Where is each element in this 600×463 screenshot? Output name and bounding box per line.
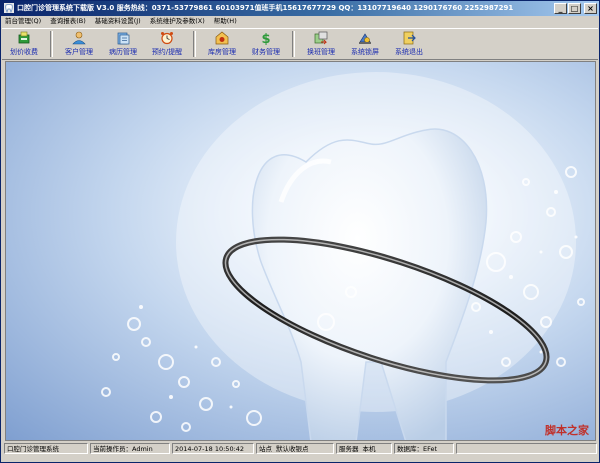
menu-base-settings[interactable]: 基础资料设置(J) bbox=[91, 16, 146, 27]
toolbar: 划价收费 客户管理 病历管理 预约/提醒 库房管理 $ 财务管理 换班管理 系统… bbox=[2, 28, 598, 60]
warehouse-button[interactable]: 库房管理 bbox=[200, 29, 244, 59]
cashier-button[interactable]: 划价收费 bbox=[2, 29, 46, 59]
status-operator-value: Admin bbox=[132, 445, 153, 453]
menu-system-maintenance[interactable]: 系统维护及参数(X) bbox=[146, 16, 210, 27]
cashier-label: 划价收费 bbox=[10, 48, 38, 56]
status-empty-pane bbox=[456, 443, 597, 454]
medical-record-icon bbox=[117, 32, 130, 45]
lock-screen-label: 系统锁屏 bbox=[351, 48, 379, 56]
status-app-name: 口腔门诊管理系统 bbox=[4, 443, 88, 454]
status-datetime: 2014-07-18 10:50:42 bbox=[172, 443, 254, 454]
window-title: 口腔门诊管理系统下载版 V3.0 服务热线：0371-53779861 6010… bbox=[17, 4, 514, 12]
minimize-button[interactable]: _ bbox=[554, 3, 567, 14]
toolbar-separator bbox=[292, 31, 295, 57]
cashier-icon bbox=[18, 31, 30, 44]
workspace-background: 脚本之家 bbox=[5, 61, 596, 441]
title-bar[interactable]: 口腔门诊管理系统下载版 V3.0 服务热线：0371-53779861 6010… bbox=[1, 1, 599, 16]
status-server: 服务器 本机 bbox=[336, 443, 392, 454]
toolbar-separator bbox=[193, 31, 196, 57]
finance-label: 财务管理 bbox=[252, 48, 280, 56]
lock-screen-icon bbox=[359, 33, 371, 44]
warehouse-label: 库房管理 bbox=[208, 48, 236, 56]
status-database: 数据库：EFet bbox=[394, 443, 454, 454]
alarm-clock-icon bbox=[161, 32, 173, 45]
status-site: 站点 默认收银点 bbox=[256, 443, 334, 454]
medical-record-label: 病历管理 bbox=[109, 48, 137, 56]
menu-reports[interactable]: 查询报表(B) bbox=[46, 16, 91, 27]
customer-icon bbox=[72, 31, 86, 45]
customer-button[interactable]: 客户管理 bbox=[57, 29, 101, 59]
status-bar: 口腔门诊管理系统 当前操作员：Admin 2014-07-18 10:50:42… bbox=[4, 443, 597, 454]
appointment-button[interactable]: 预约/提醒 bbox=[145, 29, 189, 59]
shift-change-icon bbox=[314, 31, 328, 45]
status-db-value: EFet bbox=[423, 445, 438, 453]
status-app-name-text: 口腔门诊管理系统 bbox=[7, 445, 59, 453]
exit-icon bbox=[403, 31, 416, 45]
status-server-value: 本机 bbox=[362, 445, 376, 453]
watermark-text: 脚本之家 bbox=[545, 424, 589, 437]
menu-help[interactable]: 帮助(H) bbox=[210, 16, 242, 27]
status-server-label: 服务器 bbox=[339, 445, 359, 453]
maximize-button[interactable]: □ bbox=[568, 3, 581, 14]
status-site-value: 默认收银点 bbox=[276, 445, 309, 453]
svg-text:$: $ bbox=[261, 32, 270, 45]
tooth-illustration bbox=[101, 72, 585, 440]
tooth-app-icon bbox=[4, 3, 14, 13]
main-window: 口腔门诊管理系统下载版 V3.0 服务热线：0371-53779861 6010… bbox=[0, 0, 600, 463]
toolbar-separator bbox=[50, 31, 53, 57]
lock-screen-button[interactable]: 系统锁屏 bbox=[343, 29, 387, 59]
exit-button[interactable]: 系统退出 bbox=[387, 29, 431, 59]
shift-change-button[interactable]: 换班管理 bbox=[299, 29, 343, 59]
appointment-label: 预约/提醒 bbox=[151, 48, 183, 56]
status-db-label: 数据库： bbox=[397, 445, 423, 453]
exit-label: 系统退出 bbox=[395, 48, 423, 56]
customer-label: 客户管理 bbox=[65, 48, 93, 56]
finance-button[interactable]: $ 财务管理 bbox=[244, 29, 288, 59]
status-datetime-value: 2014-07-18 10:50:42 bbox=[175, 445, 245, 453]
menu-front-desk[interactable]: 前台管理(Q) bbox=[1, 16, 46, 27]
dollar-icon: $ bbox=[261, 32, 270, 45]
shift-change-label: 换班管理 bbox=[307, 48, 335, 56]
status-operator: 当前操作员：Admin bbox=[90, 443, 170, 454]
close-button[interactable]: × bbox=[584, 3, 597, 14]
status-site-label: 站点 bbox=[259, 445, 272, 453]
status-operator-label: 当前操作员： bbox=[93, 445, 132, 453]
warehouse-icon bbox=[215, 31, 229, 45]
medical-record-button[interactable]: 病历管理 bbox=[101, 29, 145, 59]
menu-bar: 前台管理(Q) 查询报表(B) 基础资料设置(J) 系统维护及参数(X) 帮助(… bbox=[1, 16, 599, 27]
